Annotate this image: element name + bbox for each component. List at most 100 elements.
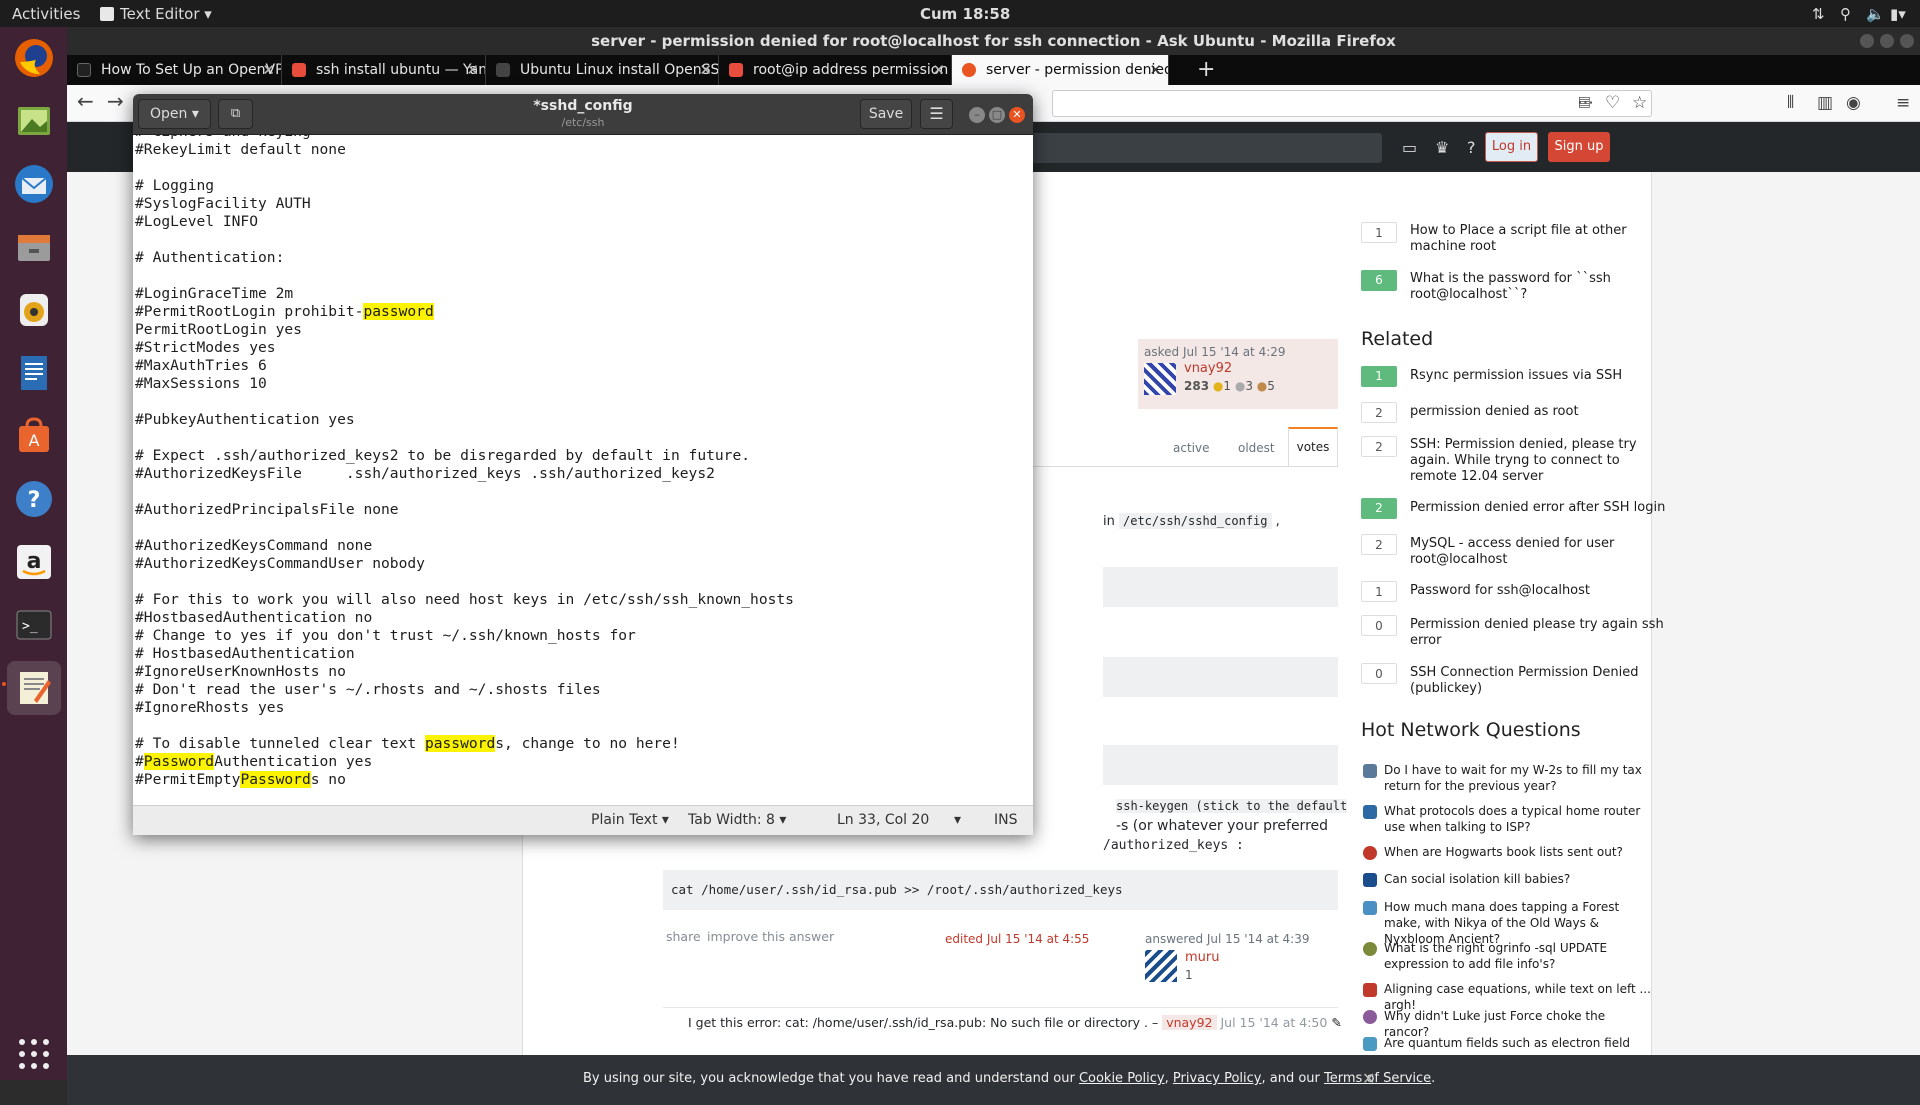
answerer-avatar[interactable]	[1145, 950, 1177, 982]
close-tab-icon[interactable]: ✕	[699, 55, 712, 85]
sort-tab-active[interactable]: active	[1173, 441, 1209, 455]
position-label: Ln 33, Col 20	[837, 812, 930, 828]
maximize-button[interactable]: □	[989, 107, 1005, 123]
hnq-item[interactable]: What is the right ogrinfo -sql UPDATE ex…	[1384, 940, 1654, 972]
related-question[interactable]: permission denied as root	[1410, 404, 1670, 420]
save-button[interactable]: Save	[860, 99, 912, 129]
close-tab-icon[interactable]: ✕	[932, 55, 945, 85]
maximize-button[interactable]	[1880, 34, 1894, 48]
minimize-button[interactable]: –	[969, 107, 985, 123]
improve-link[interactable]: improve this answer	[707, 929, 834, 944]
new-tab-icon[interactable]: +	[1197, 57, 1215, 82]
dock-rhythmbox[interactable]	[7, 283, 61, 337]
dock-terminal[interactable]: >_	[7, 598, 61, 652]
forward-icon[interactable]: →	[107, 89, 124, 113]
activities-button[interactable]: Activities	[12, 5, 80, 23]
clock[interactable]: Cum 18:58	[920, 5, 1010, 23]
related-question[interactable]: Permission denied error after SSH login	[1410, 500, 1670, 516]
privacy-policy-link[interactable]: Privacy Policy	[1173, 1071, 1262, 1086]
page-actions-icon[interactable]: ⋯	[1577, 93, 1594, 113]
dock-help[interactable]: ?	[7, 472, 61, 526]
accessibility-icon[interactable]: ⚲	[1840, 5, 1851, 23]
edit-icon[interactable]: ✎	[1331, 1015, 1341, 1030]
account-icon[interactable]: ◉	[1846, 93, 1861, 113]
inbox-icon[interactable]: ▭	[1402, 138, 1417, 157]
code-line: #IgnoreUserKnownHosts no	[135, 663, 346, 681]
show-applications-button[interactable]	[7, 1027, 61, 1081]
menu-icon: ☰	[929, 104, 944, 123]
sort-tab-oldest[interactable]: oldest	[1238, 441, 1275, 455]
new-document-button[interactable]: ⧉	[218, 99, 253, 129]
language-selector[interactable]: Plain Text ▾	[591, 812, 669, 828]
dock-image-viewer[interactable]	[7, 94, 61, 148]
browser-tab[interactable]: root@ip address permission ✕	[719, 55, 952, 85]
hnq-item[interactable]: When are Hogwarts book lists sent out?	[1384, 844, 1654, 860]
browser-tab[interactable]: How To Set Up an OpenVPN ✕	[67, 55, 282, 85]
app-menu[interactable]: Text Editor ▾	[100, 5, 212, 23]
insert-mode[interactable]: INS	[994, 812, 1018, 828]
library-icon[interactable]: ⫴	[1787, 93, 1794, 113]
related-question[interactable]: Permission denied please try again ssh e…	[1410, 617, 1670, 649]
dock-software[interactable]: A	[7, 409, 61, 463]
dock-writer[interactable]	[7, 346, 61, 400]
menu-icon[interactable]: ≡	[1896, 93, 1910, 113]
close-tab-icon[interactable]: ✕	[1149, 55, 1162, 85]
related-question[interactable]: Password for ssh@localhost	[1410, 583, 1670, 599]
close-tab-icon[interactable]: ✕	[262, 55, 275, 85]
terms-link[interactable]: Terms of Service	[1324, 1071, 1431, 1086]
close-tab-icon[interactable]: ✕	[466, 55, 479, 85]
bookmark-star-icon[interactable]: ☆	[1632, 93, 1647, 113]
cursor-position[interactable]: Ln 33, Col 20	[837, 812, 929, 828]
volume-icon[interactable]: 🔈	[1866, 5, 1885, 23]
share-link[interactable]: share	[666, 929, 701, 944]
close-button[interactable]	[1900, 34, 1914, 48]
answerer-name[interactable]: muru	[1185, 950, 1220, 965]
asker-avatar[interactable]	[1144, 363, 1176, 395]
dock-amazon[interactable]: a	[7, 535, 61, 589]
hnq-item[interactable]: Do I have to wait for my W-2s to fill my…	[1384, 762, 1654, 794]
battery-icon[interactable]: ▮▾	[1890, 5, 1906, 23]
back-icon[interactable]: ←	[77, 89, 94, 113]
minimize-button[interactable]	[1860, 34, 1874, 48]
chevron-down-icon[interactable]: ▾	[954, 812, 961, 828]
related-question[interactable]: SSH: Permission denied, please try again…	[1410, 437, 1670, 485]
tab-width-selector[interactable]: Tab Width: 8 ▾	[688, 812, 786, 828]
text-view[interactable]: # Ciphers and keying#RekeyLimit default …	[133, 135, 1033, 805]
hamburger-menu-button[interactable]: ☰	[920, 99, 953, 129]
cookie-policy-link[interactable]: Cookie Policy	[1079, 1071, 1165, 1086]
achievements-icon[interactable]: ♛	[1435, 138, 1449, 157]
help-icon[interactable]: ?	[1467, 138, 1476, 157]
sidebar-icon[interactable]: ▥	[1817, 93, 1833, 113]
comment-user[interactable]: vnay92	[1162, 1015, 1217, 1030]
dock-text-editor[interactable]	[7, 661, 61, 715]
dock-files[interactable]	[7, 220, 61, 274]
search-highlight: Password	[240, 771, 311, 788]
login-button[interactable]: Log in	[1485, 132, 1538, 162]
code-line: #LoginGraceTime 2m	[135, 285, 293, 303]
svg-text:A: A	[29, 431, 40, 450]
site-search-input[interactable]	[1027, 133, 1382, 163]
linked-question[interactable]: How to Place a script file at other mach…	[1410, 223, 1670, 255]
sort-tab-votes[interactable]: votes	[1288, 427, 1338, 466]
hnq-item[interactable]: Are quantum fields such as electron fiel…	[1384, 1035, 1654, 1051]
hnq-item[interactable]: What protocols does a typical home route…	[1384, 803, 1654, 835]
browser-tab[interactable]: Ubuntu Linux install OpenSSH ✕	[486, 55, 719, 85]
linked-question[interactable]: What is the password for ``ssh root@loca…	[1410, 271, 1670, 303]
url-bar[interactable]: ▤	[1052, 90, 1652, 117]
close-button[interactable]: ✕	[1009, 107, 1025, 123]
asker-name[interactable]: vnay92	[1184, 361, 1232, 376]
hnq-item[interactable]: Can social isolation kill babies?	[1384, 871, 1654, 887]
open-button[interactable]: Open ▾	[138, 99, 211, 129]
dock-thunderbird[interactable]	[7, 157, 61, 211]
related-question[interactable]: Rsync permission issues via SSH	[1410, 368, 1670, 384]
network-icon[interactable]: ⇅	[1812, 5, 1825, 23]
browser-tab[interactable]: ssh install ubuntu — Yandex✕	[282, 55, 486, 85]
related-question[interactable]: MySQL - access denied for user root@loca…	[1410, 536, 1670, 568]
dock-firefox[interactable]	[7, 31, 61, 85]
browser-tab-active[interactable]: server - permission denied ✕	[952, 55, 1169, 85]
close-icon[interactable]: ✕	[1362, 1069, 1375, 1088]
pocket-icon[interactable]: ♡	[1605, 93, 1620, 113]
related-question[interactable]: SSH Connection Permission Denied (public…	[1410, 665, 1670, 697]
edited-time[interactable]: edited Jul 15 '14 at 4:55	[945, 932, 1089, 946]
signup-button[interactable]: Sign up	[1548, 132, 1610, 162]
